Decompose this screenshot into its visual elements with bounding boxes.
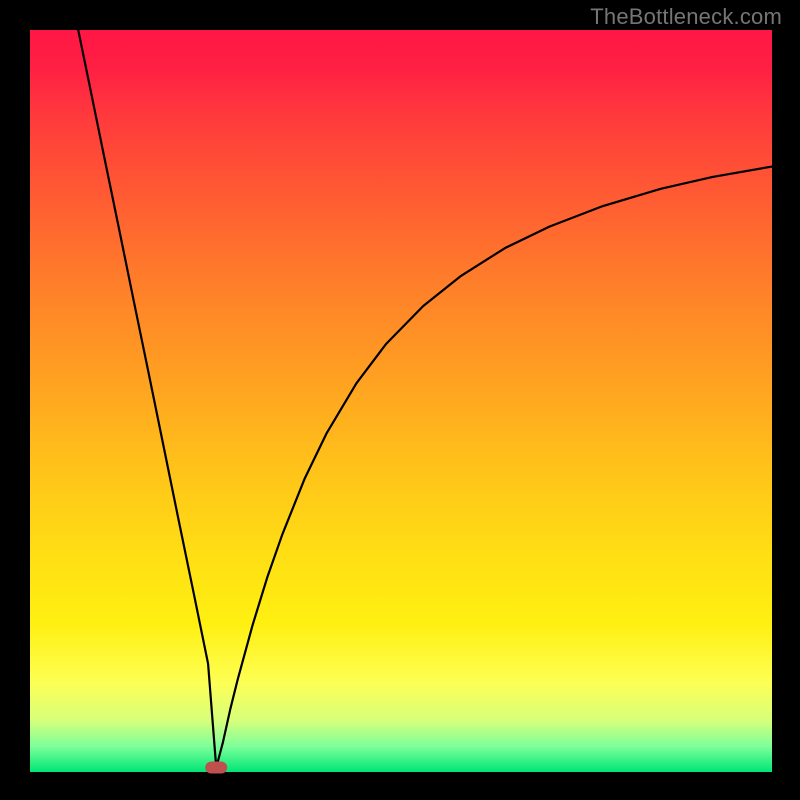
plot-background — [30, 30, 772, 772]
bottleneck-chart — [0, 0, 800, 800]
watermark-label: TheBottleneck.com — [590, 4, 782, 30]
chart-frame: TheBottleneck.com — [0, 0, 800, 800]
min-point-marker — [205, 762, 227, 774]
